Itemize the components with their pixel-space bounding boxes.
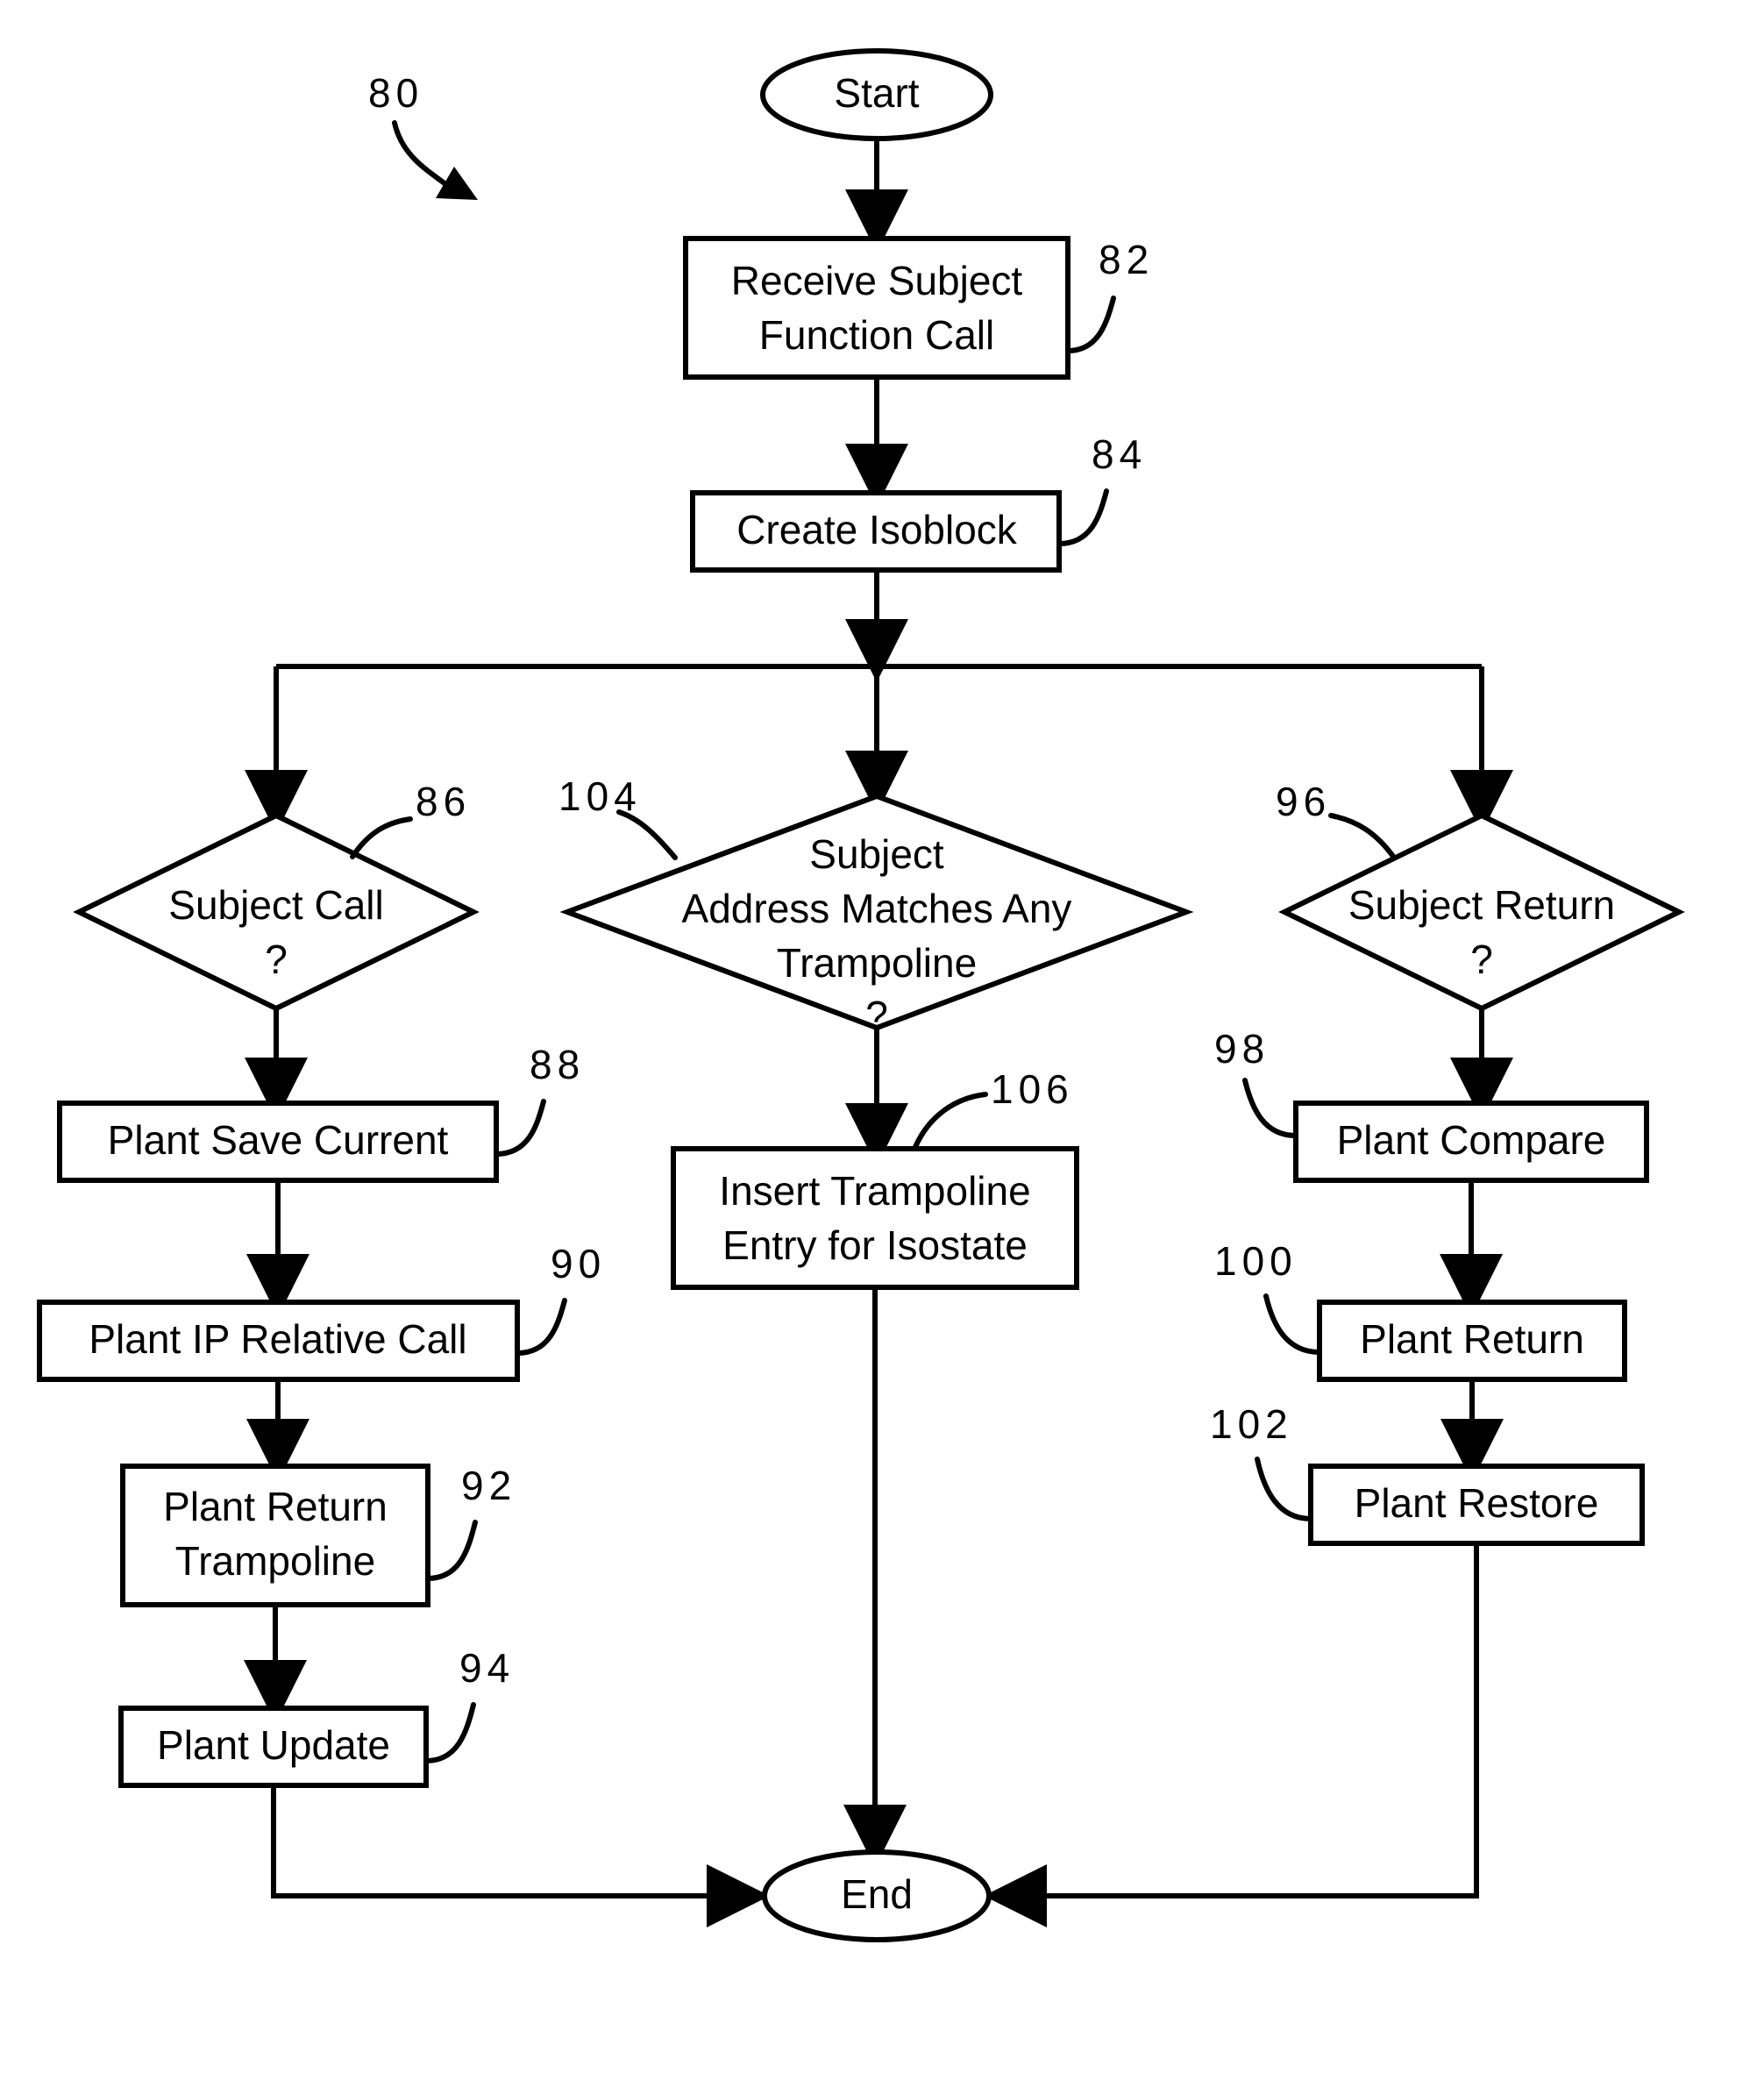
node-address-matches-label-line1: Subject (809, 831, 944, 877)
node-subject-call-ref-leader (350, 816, 413, 859)
figure-canvas: 80 Start Receive Subject Function Call 8… (0, 0, 1764, 2073)
node-plant-restore-ref-leader (1255, 1457, 1313, 1521)
node-plant-save-current-label: Plant Save Current (108, 1117, 449, 1163)
node-address-matches-label-line2: Address Matches Any (682, 886, 1072, 931)
node-plant-save-current-ref-leader (494, 1099, 546, 1157)
node-create-isoblock-ref-leader (1056, 488, 1109, 546)
node-receive-call-ref: 82 (1099, 237, 1154, 282)
node-subject-return-ref-leader (1328, 813, 1397, 860)
node-subject-return-label-line1: Subject Return (1348, 882, 1615, 928)
node-insert-trampoline-ref-leader (913, 1092, 988, 1150)
node-plant-ip-relative-call-ref: 90 (551, 1241, 606, 1286)
node-plant-return-label: Plant Return (1360, 1316, 1584, 1362)
node-plant-return-ref: 100 (1214, 1238, 1298, 1284)
node-create-isoblock-ref: 84 (1092, 431, 1147, 477)
node-address-matches-label-line3: Trampoline (777, 940, 977, 986)
node-subject-call-ref: 86 (416, 779, 471, 824)
node-address-matches-ref: 104 (558, 773, 642, 819)
node-plant-restore-label: Plant Restore (1355, 1480, 1599, 1526)
node-create-isoblock-label: Create Isoblock (736, 507, 1018, 552)
node-subject-call-label-line1: Subject Call (168, 882, 383, 928)
node-receive-call-ref-leader (1065, 296, 1116, 353)
node-end-label: End (841, 1871, 913, 1917)
node-plant-ip-relative-call-ref-leader (515, 1298, 567, 1356)
node-plant-return-trampoline-ref-leader (425, 1520, 478, 1581)
node-subject-return-ref: 96 (1276, 779, 1331, 824)
node-subject-return-label-line2: ? (1470, 937, 1493, 982)
flowchart-diagram: 80 Start Receive Subject Function Call 8… (37, 48, 1685, 1942)
node-plant-restore-ref: 102 (1210, 1401, 1293, 1447)
node-plant-update-label: Plant Update (157, 1722, 390, 1768)
node-plant-return-ref-leader (1263, 1293, 1322, 1355)
node-plant-update-ref-leader (423, 1702, 476, 1763)
node-receive-call-label-line2: Function Call (759, 312, 994, 358)
node-receive-call-label-line1: Receive Subject (731, 258, 1023, 303)
node-plant-return-trampoline-ref: 92 (461, 1463, 516, 1508)
node-start-label: Start (834, 70, 919, 116)
node-insert-trampoline-label-line2: Entry for Isostate (722, 1222, 1028, 1268)
node-plant-save-current-ref: 88 (530, 1042, 585, 1087)
node-subject-call-label-line2: ? (265, 937, 288, 982)
edge-update-to-end (271, 1785, 770, 1927)
node-plant-return-trampoline-label-line1: Plant Return (163, 1484, 388, 1529)
node-plant-compare-ref: 98 (1214, 1026, 1270, 1072)
edge-restore-to-end (984, 1543, 1479, 1927)
node-plant-ip-relative-call-label: Plant IP Relative Call (89, 1316, 466, 1362)
node-plant-update-ref: 94 (459, 1645, 515, 1691)
node-plant-return-trampoline-label-line2: Trampoline (175, 1538, 375, 1584)
node-insert-trampoline-label-line1: Insert Trampoline (719, 1168, 1030, 1214)
node-plant-compare-label: Plant Compare (1337, 1117, 1606, 1163)
figure-ref-80: 80 (368, 70, 423, 116)
node-insert-trampoline-ref: 106 (991, 1066, 1074, 1112)
node-plant-compare-ref-leader (1242, 1078, 1298, 1138)
